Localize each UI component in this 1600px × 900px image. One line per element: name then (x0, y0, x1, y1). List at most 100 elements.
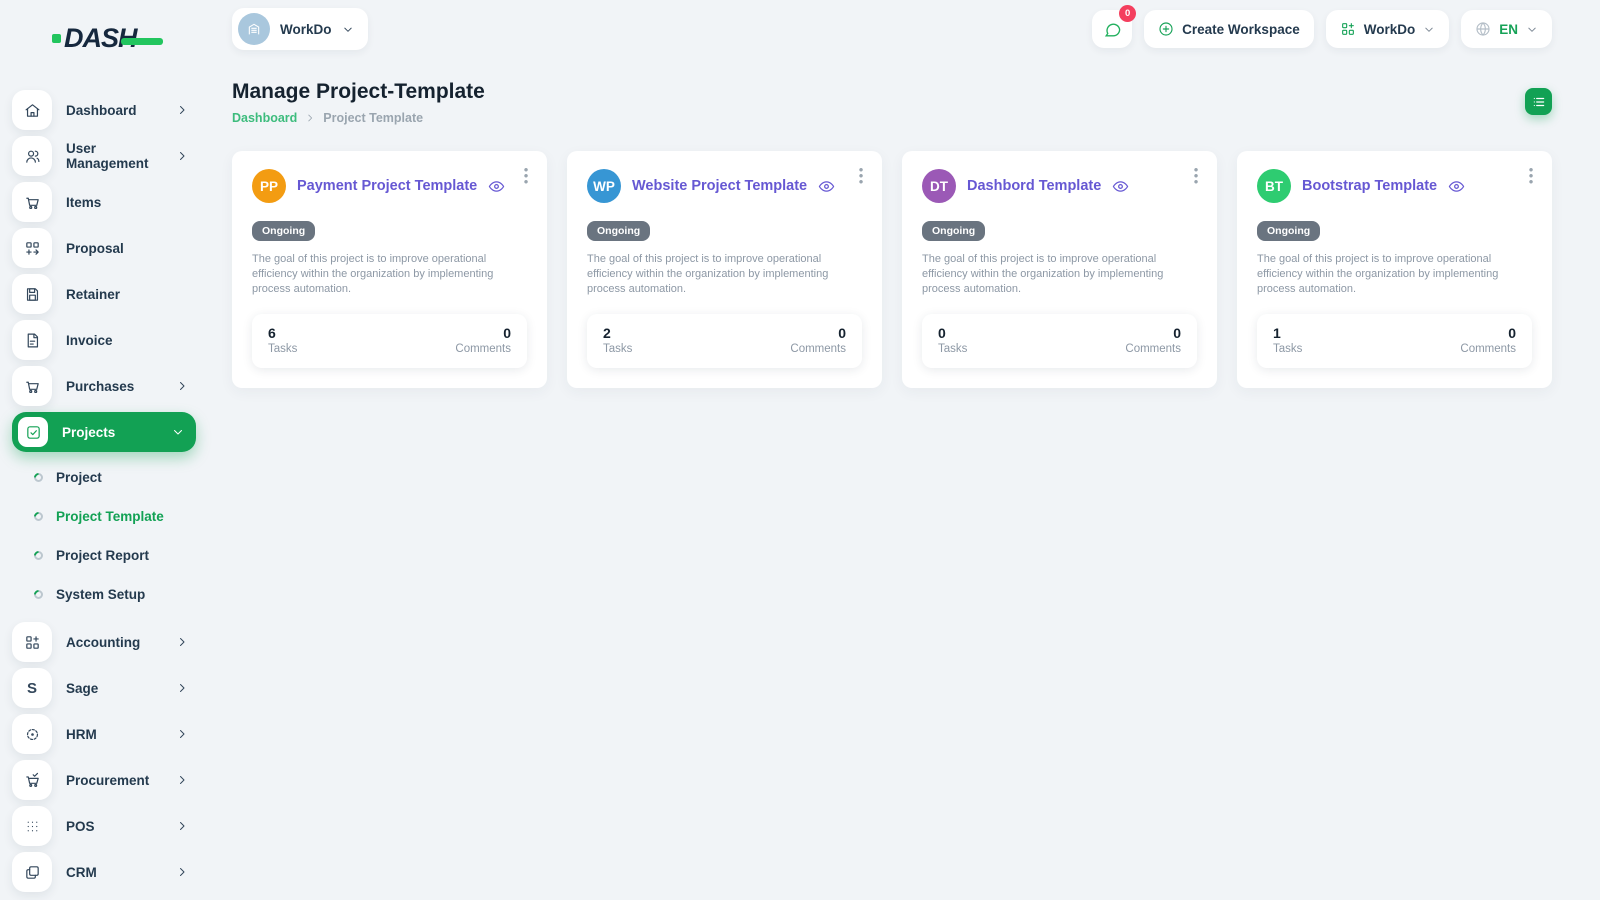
bullet-icon (32, 588, 45, 601)
avatar: BT (1257, 169, 1291, 203)
sidebar-item-purchases[interactable]: Purchases (12, 366, 196, 406)
dash-logo-icon: DASH (52, 23, 163, 54)
sidebar-subitem-project-report[interactable]: Project Report (34, 536, 208, 575)
status-badge: Ongoing (252, 221, 315, 241)
create-workspace-button[interactable]: Create Workspace (1144, 10, 1314, 48)
chevron-right-icon (176, 150, 188, 162)
chevron-down-icon (172, 426, 184, 438)
eye-icon[interactable] (1112, 178, 1129, 195)
tasks-label: Tasks (603, 343, 632, 355)
avatar: DT (922, 169, 956, 203)
card-title-link[interactable]: Payment Project Template (297, 178, 477, 194)
card-stats: 1 Tasks 0 Comments (1257, 314, 1532, 368)
card-title-link[interactable]: Dashbord Template (967, 178, 1101, 194)
target-icon (12, 714, 52, 754)
tasks-label: Tasks (268, 343, 297, 355)
comments-label: Comments (790, 343, 846, 355)
chat-icon (1103, 20, 1122, 39)
sidebar-item-label: CRM (66, 865, 176, 880)
card-menu-button[interactable]: ••• (1524, 167, 1538, 185)
sidebar-item-sage[interactable]: S Sage (12, 668, 196, 708)
sidebar-item-accounting[interactable]: Accounting (12, 622, 196, 662)
cart-icon (12, 366, 52, 406)
sidebar-item-label: Retainer (66, 287, 188, 302)
tasks-count: 1 (1273, 325, 1302, 341)
language-dropdown[interactable]: EN (1461, 10, 1552, 48)
apps-workdo-dropdown[interactable]: WorkDo (1326, 10, 1450, 48)
page-title: Manage Project-Template (232, 80, 485, 104)
sidebar-item-user-management[interactable]: User Management (12, 136, 196, 176)
card-title-link[interactable]: Website Project Template (632, 178, 807, 194)
status-badge: Ongoing (1257, 221, 1320, 241)
sidebar-item-crm[interactable]: CRM (12, 852, 196, 892)
sidebar-item-pos[interactable]: POS (12, 806, 196, 846)
eye-icon[interactable] (818, 178, 835, 195)
list-view-toggle-button[interactable] (1525, 88, 1552, 115)
invoice-icon (12, 320, 52, 360)
chevron-down-icon (1423, 24, 1435, 35)
card-stats: 0 Tasks 0 Comments (922, 314, 1197, 368)
browser-icon (12, 852, 52, 892)
app-logo[interactable]: DASH (0, 14, 208, 62)
tasks-count: 2 (603, 325, 632, 341)
card-menu-button[interactable]: ••• (1189, 167, 1203, 185)
messages-button[interactable]: 0 (1092, 10, 1132, 48)
chevron-right-icon (176, 728, 188, 740)
card-description: The goal of this project is to improve o… (1257, 252, 1521, 298)
check-square-icon (18, 417, 48, 447)
sidebar-item-items[interactable]: Items (12, 182, 196, 222)
card-menu-button[interactable]: ••• (854, 167, 868, 185)
language-label: EN (1499, 22, 1518, 37)
chevron-right-icon (176, 636, 188, 648)
card-stats: 6 Tasks 0 Comments (252, 314, 527, 368)
workspace-name: WorkDo (280, 22, 332, 37)
dots-grid-icon (12, 806, 52, 846)
avatar: WP (587, 169, 621, 203)
card-description: The goal of this project is to improve o… (252, 252, 516, 298)
card-description: The goal of this project is to improve o… (587, 252, 851, 298)
sidebar-subitem-project-template[interactable]: Project Template (34, 497, 208, 536)
workspace-selector[interactable]: WorkDo (232, 8, 368, 50)
sidebar-item-label: POS (66, 819, 176, 834)
comments-count: 0 (1125, 325, 1181, 341)
sidebar-item-label: Purchases (66, 379, 176, 394)
eye-icon[interactable] (488, 178, 505, 195)
sidebar-subitem-project[interactable]: Project (34, 458, 208, 497)
breadcrumb-dashboard-link[interactable]: Dashboard (232, 111, 297, 125)
sidebar-subitem-label: System Setup (56, 587, 145, 602)
sidebar-item-dashboard[interactable]: Dashboard (12, 90, 196, 130)
sidebar-item-label: Invoice (66, 333, 188, 348)
comments-label: Comments (1460, 343, 1516, 355)
eye-icon[interactable] (1448, 178, 1465, 195)
building-icon (246, 21, 262, 37)
comments-count: 0 (790, 325, 846, 341)
card-title-link[interactable]: Bootstrap Template (1302, 178, 1437, 194)
chevron-right-icon (176, 820, 188, 832)
template-card: ••• WP Website Project Template Ongoing … (567, 151, 882, 388)
cart-check-icon (12, 760, 52, 800)
globe-icon (1475, 21, 1491, 37)
chevron-down-icon (1526, 24, 1538, 35)
sidebar-item-hrm[interactable]: HRM (12, 714, 196, 754)
comments-count: 0 (455, 325, 511, 341)
sidebar-item-label: Items (66, 195, 188, 210)
sidebar-subitem-system-setup[interactable]: System Setup (34, 575, 208, 614)
users-icon (12, 136, 52, 176)
bullet-icon (32, 549, 45, 562)
breadcrumb: Dashboard Project Template (232, 111, 485, 125)
sidebar-item-invoice[interactable]: Invoice (12, 320, 196, 360)
cart-icon (12, 182, 52, 222)
chevron-down-icon (342, 24, 354, 35)
home-icon (12, 90, 52, 130)
sidebar-item-projects[interactable]: Projects (12, 412, 196, 452)
sidebar-item-retainer[interactable]: Retainer (12, 274, 196, 314)
sidebar-item-label: Projects (62, 425, 172, 440)
sidebar-item-procurement[interactable]: Procurement (12, 760, 196, 800)
card-menu-button[interactable]: ••• (519, 167, 533, 185)
plus-circle-icon (1158, 21, 1174, 37)
sidebar-item-proposal[interactable]: Proposal (12, 228, 196, 268)
avatar: PP (252, 169, 286, 203)
sidebar-item-label: User Management (66, 141, 176, 171)
sidebar-subitem-label: Project (56, 470, 102, 485)
sidebar-item-label: Dashboard (66, 103, 176, 118)
